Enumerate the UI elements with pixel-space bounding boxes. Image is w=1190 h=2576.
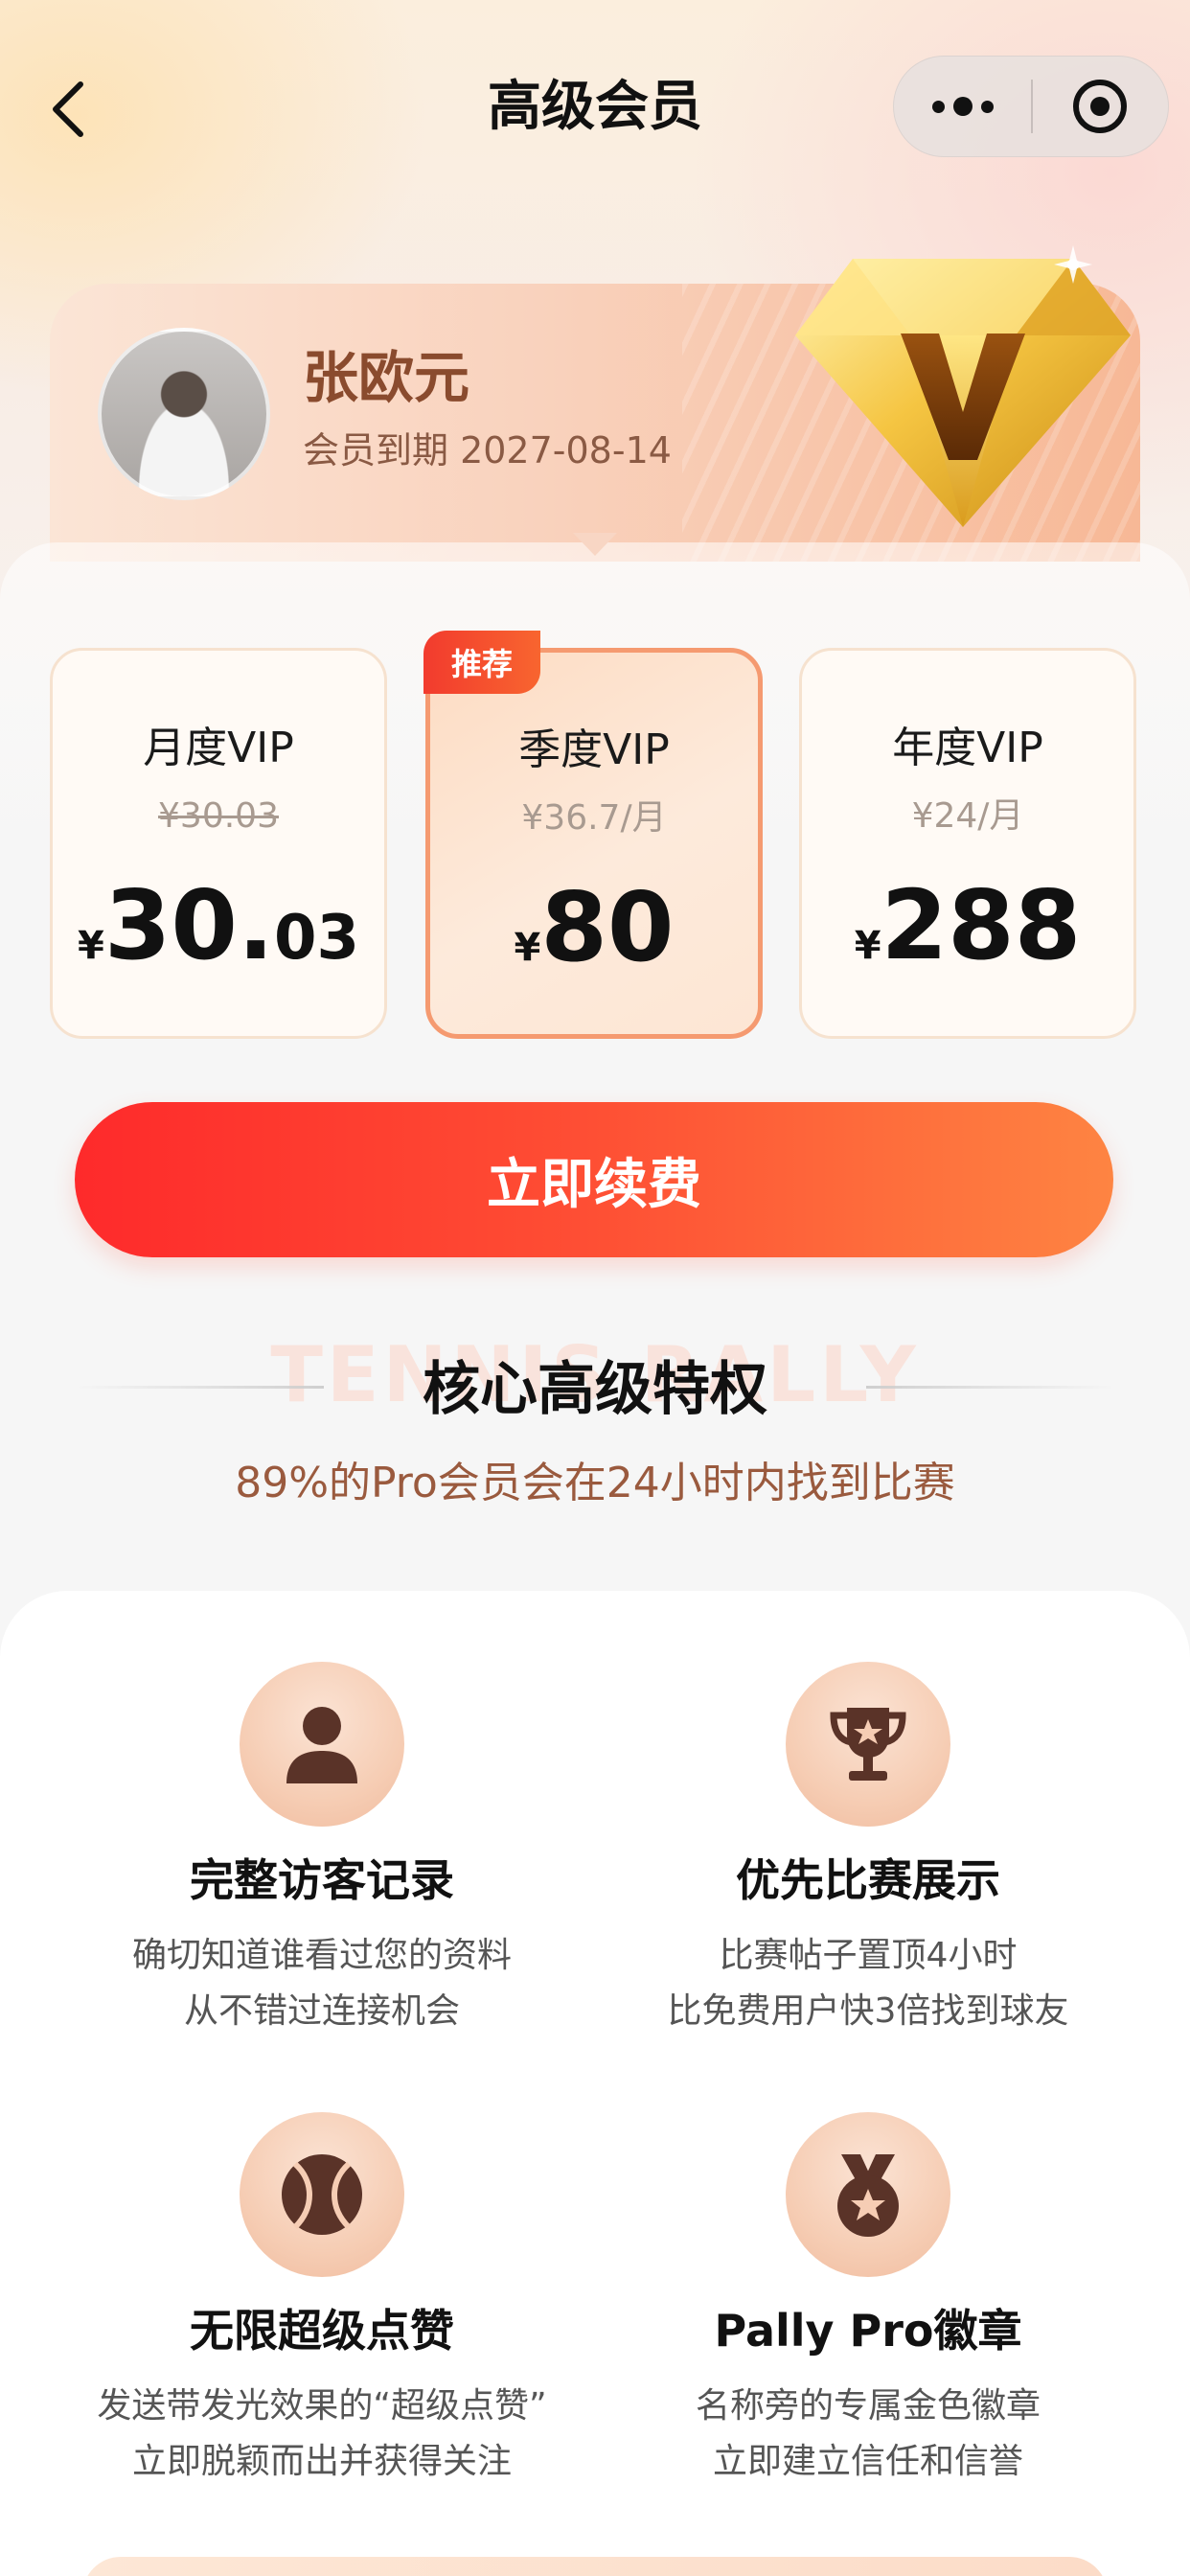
plan-monthly-price: ¥36.7/月 [521, 798, 667, 838]
feature-desc-line2: 比免费用户快3倍找到球友 [667, 1991, 1069, 2031]
vip-diamond-icon [795, 245, 1131, 527]
plan-original-price: ¥30.03 [158, 796, 279, 836]
plan-price: ¥288 [802, 863, 1133, 1008]
tennis-ball-icon [282, 2154, 362, 2235]
feature-desc-line2: 立即脱颖而出并获得关注 [131, 2442, 512, 2481]
more-button[interactable] [894, 56, 1031, 157]
feature-icon-circle [240, 1662, 404, 1827]
feature-priority-display: 优先比赛展示 比赛帖子置顶4小时 比免费用户快3倍找到球友 [581, 1662, 1156, 2103]
recommend-badge: 推荐 [423, 631, 540, 694]
feature-icon-circle [786, 2112, 950, 2277]
plan-price: ¥30.03 [53, 863, 384, 1008]
privileges-subtitle: 89%的Pro会员会在24小时内找到比赛 [235, 1459, 955, 1507]
feature-icon-circle [240, 2112, 404, 2277]
member-name: 张欧元 [303, 345, 470, 410]
currency-symbol: ¥ [77, 924, 104, 968]
card-pointer [573, 533, 617, 556]
feature-desc-line1: 发送带发光效果的“超级点赞” [97, 2386, 547, 2426]
price-decimal: 03 [273, 903, 360, 974]
plan-name: 月度VIP [143, 724, 294, 772]
feature-desc-line2: 从不错过连接机会 [183, 1991, 460, 2031]
plan-card-monthly[interactable]: 月度VIP ¥30.03 ¥30.03 [50, 648, 387, 1039]
feature-title: 优先比赛展示 [736, 1854, 1000, 1906]
plan-monthly-price: ¥24/月 [911, 796, 1024, 836]
feature-title: Pally Pro徽章 [714, 2305, 1022, 2357]
plan-price: ¥80 [430, 865, 758, 1010]
medal-icon [837, 2154, 899, 2237]
plan-card-quarterly[interactable]: 季度VIP ¥36.7/月 ¥80 [425, 648, 763, 1039]
plan-name: 季度VIP [518, 725, 670, 774]
feature-visitor-records: 完整访客记录 确切知道谁看过您的资料 从不错过连接机会 [34, 1662, 609, 2103]
feature-super-like: 无限超级点赞 发送带发光效果的“超级点赞” 立即脱颖而出并获得关注 [34, 2112, 609, 2553]
feature-title: 无限超级点赞 [190, 2305, 454, 2357]
plan-name: 年度VIP [892, 724, 1043, 772]
renew-button[interactable]: 立即续费 [75, 1102, 1113, 1257]
membership-expiry: 会员到期 2027-08-14 [303, 429, 672, 472]
more-dots-icon [931, 97, 994, 116]
next-section-peek [82, 2557, 1108, 2576]
navigation-bar: 高级会员 [0, 0, 1190, 220]
currency-symbol: ¥ [514, 926, 541, 970]
price-integer: 80 [540, 871, 675, 983]
features-card: 完整访客记录 确切知道谁看过您的资料 从不错过连接机会 优先比赛展示 比赛帖子置… [0, 1591, 1190, 2576]
feature-title: 完整访客记录 [190, 1854, 454, 1906]
feature-desc-line2: 立即建立信任和信誉 [712, 2442, 1023, 2481]
price-integer: 288 [881, 869, 1082, 981]
plan-card-yearly[interactable]: 年度VIP ¥24/月 ¥288 [799, 648, 1136, 1039]
feature-icon-circle [786, 1662, 950, 1827]
target-circle-icon [1073, 80, 1128, 133]
close-miniprogram-button[interactable] [1033, 56, 1168, 157]
feature-desc-line1: 确切知道谁看过您的资料 [131, 1936, 512, 1975]
currency-symbol: ¥ [854, 924, 881, 968]
person-icon [286, 1707, 357, 1783]
avatar[interactable] [98, 328, 270, 500]
feature-desc-line1: 名称旁的专属金色徽章 [695, 2386, 1041, 2426]
trophy-icon [830, 1708, 906, 1781]
price-integer: 30. [103, 869, 274, 981]
feature-pro-badge: Pally Pro徽章 名称旁的专属金色徽章 立即建立信任和信誉 [581, 2112, 1156, 2553]
privileges-title: 核心高级特权 [423, 1356, 767, 1423]
feature-desc-line1: 比赛帖子置顶4小时 [719, 1936, 1018, 1975]
mini-program-capsule [893, 56, 1169, 157]
